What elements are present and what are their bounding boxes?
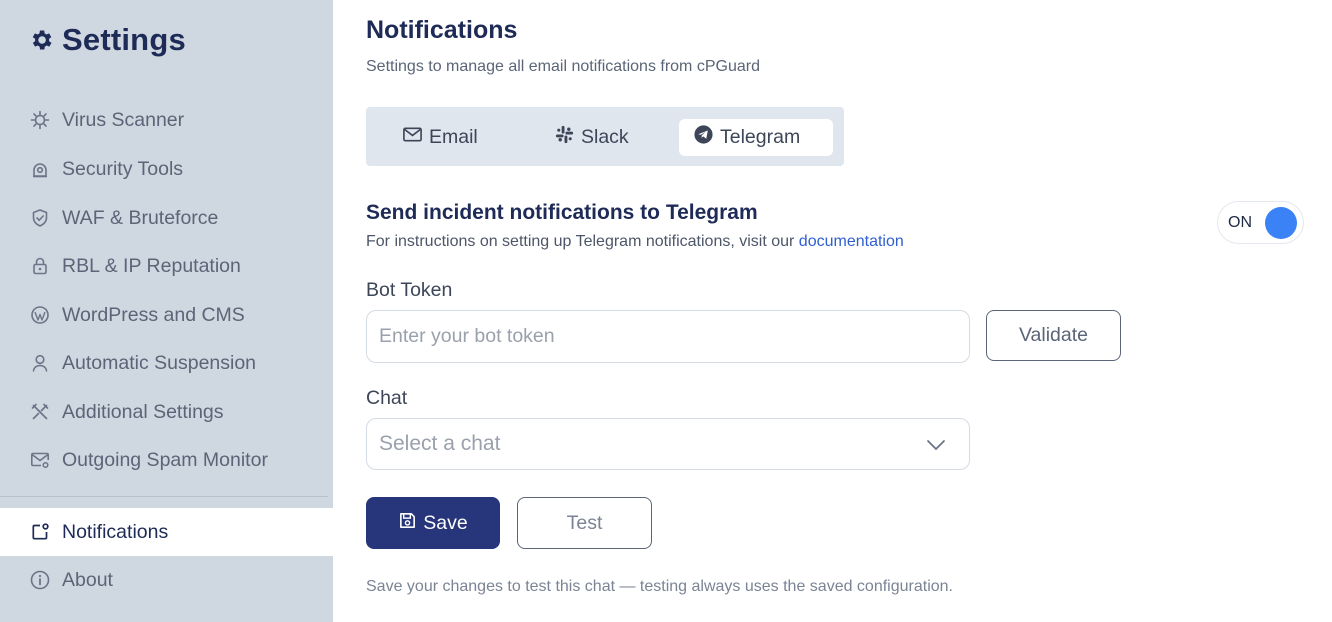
test-hint-text: Save your changes to test this chat — te…	[366, 578, 953, 595]
main-content: Notifications Settings to manage all ema…	[366, 0, 1316, 622]
sidebar-item-label: WordPress and CMS	[62, 303, 245, 326]
lock-icon	[30, 256, 50, 276]
sidebar-item-outgoing-spam-monitor[interactable]: Outgoing Spam Monitor	[0, 436, 333, 484]
toggle-knob	[1265, 207, 1297, 239]
security-camera-icon	[30, 159, 50, 179]
chat-select-placeholder: Select a chat	[379, 432, 501, 455]
toggle-state-label: ON	[1228, 213, 1252, 231]
tab-label: Telegram	[720, 126, 801, 148]
user-icon	[30, 353, 50, 373]
validate-button[interactable]: Validate	[986, 310, 1121, 361]
bot-token-field-wrapper	[366, 310, 970, 363]
tab-email[interactable]: Email	[388, 119, 492, 156]
tab-label: Email	[429, 126, 478, 148]
channel-tabs: Email Slack Telegram	[366, 107, 844, 166]
page-title: Notifications	[366, 16, 518, 44]
sidebar-item-label: Notifications	[62, 520, 169, 543]
bot-token-input[interactable]	[379, 325, 969, 348]
tools-icon	[30, 402, 50, 422]
sidebar-item-additional-settings[interactable]: Additional Settings	[0, 388, 333, 436]
save-button[interactable]: Save	[366, 497, 500, 549]
test-button[interactable]: Test	[517, 497, 652, 549]
sidebar-item-wordpress-cms[interactable]: WordPress and CMS	[0, 291, 333, 339]
section-title: Send incident notifications to Telegram	[366, 201, 758, 224]
chat-label: Chat	[366, 387, 408, 409]
wordpress-icon	[30, 305, 50, 325]
telegram-enabled-toggle[interactable]: ON	[1217, 201, 1304, 244]
sidebar-title-text: Settings	[62, 22, 186, 57]
sidebar-item-label: Security Tools	[62, 157, 184, 180]
sidebar-item-notifications[interactable]: Notifications	[0, 508, 333, 556]
page-subtitle: Settings to manage all email notificatio…	[366, 58, 760, 75]
sidebar-title: Settings	[28, 22, 186, 58]
sidebar-item-label: Automatic Suspension	[62, 351, 257, 374]
notification-icon	[30, 522, 50, 542]
virus-icon	[30, 110, 50, 130]
sidebar-item-rbl-ip-reputation[interactable]: RBL & IP Reputation	[0, 242, 333, 290]
sidebar-item-virus-scanner[interactable]: Virus Scanner	[0, 96, 333, 144]
chevron-down-icon	[925, 434, 947, 456]
telegram-icon	[693, 124, 714, 151]
mail-icon	[402, 124, 423, 151]
documentation-link[interactable]: documentation	[799, 233, 904, 250]
bot-token-label: Bot Token	[366, 279, 453, 301]
mail-gear-icon	[30, 450, 50, 470]
sidebar-item-label: WAF & Bruteforce	[62, 206, 219, 229]
tab-telegram[interactable]: Telegram	[679, 119, 833, 156]
sidebar-divider	[0, 496, 328, 497]
sidebar-item-security-tools[interactable]: Security Tools	[0, 145, 333, 193]
tab-slack[interactable]: Slack	[540, 119, 643, 156]
sidebar-item-about[interactable]: About	[0, 556, 333, 604]
save-icon	[398, 511, 417, 536]
gear-icon	[28, 27, 54, 53]
chat-select[interactable]: Select a chat	[366, 418, 970, 470]
shield-check-icon	[30, 208, 50, 228]
sidebar-item-label: About	[62, 568, 113, 591]
sidebar-item-label: RBL & IP Reputation	[62, 254, 241, 277]
sidebar: Settings Virus Scanner Security Tools WA…	[0, 0, 333, 622]
sidebar-item-label: Outgoing Spam Monitor	[62, 448, 268, 471]
sidebar-item-automatic-suspension[interactable]: Automatic Suspension	[0, 339, 333, 387]
sidebar-item-label: Virus Scanner	[62, 108, 185, 131]
save-button-label: Save	[423, 511, 468, 534]
info-icon	[30, 570, 50, 590]
tab-label: Slack	[581, 126, 629, 148]
section-instructions: For instructions on setting up Telegram …	[366, 233, 904, 251]
slack-icon	[554, 124, 575, 151]
sidebar-item-label: Additional Settings	[62, 400, 224, 423]
sidebar-item-waf-bruteforce[interactable]: WAF & Bruteforce	[0, 194, 333, 242]
instructions-text: For instructions on setting up Telegram …	[366, 233, 799, 250]
